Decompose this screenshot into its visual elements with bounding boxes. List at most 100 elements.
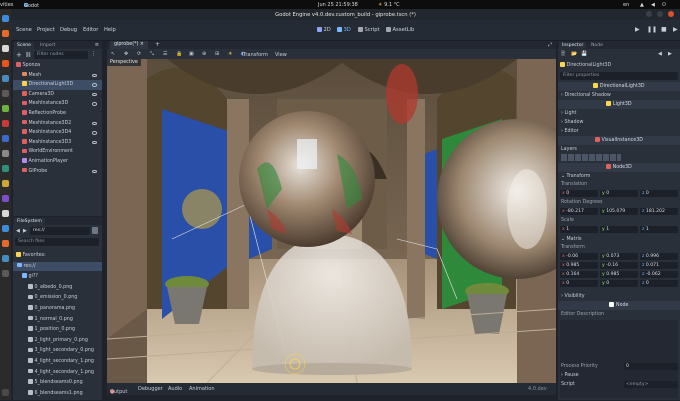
matrix-y-field[interactable]: y 0.985 bbox=[600, 270, 638, 279]
app-icon[interactable] bbox=[2, 225, 9, 232]
matrix-x-field[interactable]: x 0.164 bbox=[560, 270, 598, 279]
perspective-button[interactable]: Perspective bbox=[107, 59, 141, 66]
file-item[interactable]: 2_light_primary_0.png bbox=[13, 336, 102, 346]
software-icon[interactable] bbox=[2, 60, 9, 67]
scene-tree-node[interactable]: Mesh bbox=[13, 71, 102, 81]
scene-tree-node[interactable]: MeshInstance3D3 bbox=[13, 138, 102, 148]
menu-debug[interactable]: Debug bbox=[60, 27, 77, 33]
script-field[interactable]: <empty> bbox=[624, 380, 678, 389]
power-icon[interactable]: ⏻ bbox=[662, 2, 666, 8]
mode-3d[interactable]: 3D bbox=[337, 27, 351, 33]
file-item[interactable]: 0_emission_0.png bbox=[13, 293, 102, 303]
network-icon[interactable]: ▲ bbox=[640, 2, 644, 8]
search-files-input[interactable]: Search files bbox=[15, 238, 99, 246]
history-forward-icon[interactable]: ▶ bbox=[668, 51, 672, 57]
app-icon[interactable] bbox=[2, 165, 9, 172]
activities-button[interactable]: vities bbox=[0, 2, 13, 8]
list-select-icon[interactable]: ☰ bbox=[163, 51, 167, 57]
move-mode-icon[interactable]: ✥ bbox=[124, 51, 128, 57]
rotation-x[interactable]: x -80.217 bbox=[560, 207, 598, 216]
scale-y[interactable]: y 1 bbox=[600, 225, 638, 234]
menu-help[interactable]: Help bbox=[104, 27, 116, 33]
forward-icon[interactable]: ▶ bbox=[23, 228, 27, 234]
link-icon[interactable]: ⛓ bbox=[25, 52, 31, 58]
file-item[interactable]: 5_blendseams0.png bbox=[13, 378, 102, 388]
split-view-icon[interactable] bbox=[92, 227, 98, 234]
app-icon[interactable] bbox=[2, 150, 9, 157]
menu-editor[interactable]: Editor bbox=[83, 27, 98, 33]
process-priority-field[interactable]: 0 bbox=[624, 362, 678, 371]
matrix-z-field[interactable]: z 0.071 bbox=[640, 261, 678, 270]
pause-group[interactable]: › Pause bbox=[558, 371, 680, 380]
file-item[interactable]: 1_normal_0.png bbox=[13, 315, 102, 325]
visibility-eye-icon[interactable] bbox=[92, 92, 97, 97]
distraction-free-icon[interactable]: ⤢ bbox=[548, 41, 552, 49]
file-item[interactable]: 1_position_0.png bbox=[13, 325, 102, 335]
app-icon[interactable] bbox=[2, 210, 9, 217]
select-mode-icon[interactable]: ↖ bbox=[111, 51, 115, 57]
filter-options-icon[interactable]: ⋮ bbox=[91, 51, 96, 57]
visibility-eye-icon[interactable] bbox=[92, 73, 97, 78]
object-selector[interactable]: DirectionalLight3D bbox=[560, 62, 678, 70]
filter-nodes-input[interactable]: Filter nodes bbox=[34, 51, 88, 59]
tab-import[interactable]: Import bbox=[37, 42, 58, 49]
new-resource-icon[interactable]: 🗎 bbox=[561, 51, 565, 59]
app-icon[interactable] bbox=[2, 255, 9, 262]
clock[interactable]: Jun 25 21:59:38 bbox=[318, 2, 358, 8]
matrix-x-field[interactable]: x -0.06 bbox=[560, 252, 598, 261]
browser-icon[interactable] bbox=[2, 15, 9, 22]
rotation-z[interactable]: z 181.202 bbox=[640, 207, 678, 216]
godot-dock-icon[interactable] bbox=[2, 75, 9, 82]
layers-grid[interactable] bbox=[561, 154, 621, 161]
scene-tree-node[interactable]: Sponza bbox=[13, 61, 102, 71]
matrix-z-field[interactable]: z -0.062 bbox=[640, 270, 678, 279]
translation-x[interactable]: x 0 bbox=[560, 189, 598, 198]
pause-icon[interactable]: ❚❚ bbox=[647, 26, 657, 33]
matrix-x-field[interactable]: x 0.985 bbox=[560, 261, 598, 270]
visibility-group[interactable]: › Visibility bbox=[558, 292, 680, 301]
scene-tree-node[interactable]: DirectionalLight3D bbox=[13, 80, 102, 90]
visibility-eye-icon[interactable] bbox=[92, 169, 97, 174]
scene-tree-node[interactable]: GIProbe bbox=[13, 167, 102, 177]
add-node-icon[interactable]: + bbox=[16, 51, 22, 59]
rotate-mode-icon[interactable]: ⟳ bbox=[137, 51, 141, 57]
file-item[interactable]: 0_albedo_0.png bbox=[13, 283, 102, 293]
scene-tree-node[interactable]: Camera3D bbox=[13, 90, 102, 100]
minimize-button[interactable] bbox=[646, 11, 652, 17]
matrix-y-field[interactable]: y 0 bbox=[600, 279, 638, 288]
show-apps-icon[interactable] bbox=[2, 389, 9, 396]
tab-node[interactable]: Node bbox=[588, 42, 606, 49]
file-item[interactable]: 4_light_secondary_1.png bbox=[13, 368, 102, 378]
scene-tree-node[interactable]: AnimationPlayer bbox=[13, 157, 102, 167]
scene-tree-node[interactable]: MeshInstance3D2 bbox=[13, 119, 102, 129]
terminal-icon[interactable] bbox=[2, 90, 9, 97]
rotation-y[interactable]: y 105.079 bbox=[600, 207, 638, 216]
scene-tree-node[interactable]: MeshInstance3D bbox=[13, 99, 102, 109]
scene-tree-node[interactable]: MeshInstance3D4 bbox=[13, 128, 102, 138]
group-icon[interactable]: ▣ bbox=[189, 51, 194, 57]
lock-icon[interactable]: 🔒 bbox=[176, 51, 182, 57]
file-item[interactable]: 0_panorama.png bbox=[13, 304, 102, 314]
save-resource-icon[interactable]: 💾 bbox=[581, 51, 587, 57]
scale-x[interactable]: x 1 bbox=[560, 225, 598, 234]
weather[interactable]: ☀ 9.1 °C bbox=[378, 2, 400, 8]
audio-tab[interactable]: Audio bbox=[168, 386, 182, 392]
close-button[interactable] bbox=[668, 11, 674, 17]
app-icon[interactable] bbox=[2, 195, 9, 202]
app-icon[interactable] bbox=[2, 120, 9, 127]
matrix-z-field[interactable]: z 0 bbox=[640, 279, 678, 288]
visibility-eye-icon[interactable] bbox=[92, 121, 97, 126]
scale-z[interactable]: z 1 bbox=[640, 225, 678, 234]
directional-shadow-group[interactable]: › Directional Shadow bbox=[558, 91, 680, 100]
filter-properties-input[interactable]: Filter properties bbox=[560, 72, 678, 80]
editor-icon[interactable] bbox=[2, 45, 9, 52]
view-menu[interactable]: View bbox=[275, 52, 287, 58]
history-back-icon[interactable]: ◀ bbox=[658, 51, 662, 57]
play-scene-icon[interactable]: ▶ bbox=[673, 26, 678, 33]
file-item[interactable]: 4_light_secondary_1.png bbox=[13, 357, 102, 367]
app-icon[interactable] bbox=[2, 135, 9, 142]
editor-group[interactable]: › Editor bbox=[558, 127, 680, 136]
tab-scene[interactable]: Scene bbox=[14, 42, 35, 49]
file-item[interactable]: 3_light_secondary_0.png bbox=[13, 346, 102, 356]
play-icon[interactable]: ▶ bbox=[635, 26, 641, 33]
